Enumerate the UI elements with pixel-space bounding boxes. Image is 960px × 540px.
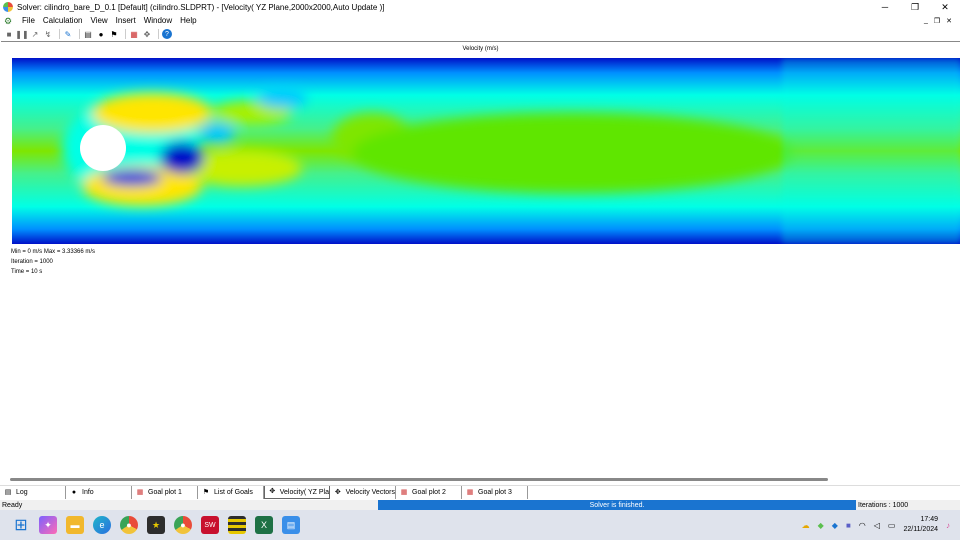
toolbar-separator [125, 29, 126, 39]
goal-plot-icon: ▦ [400, 488, 408, 496]
tab-label: Info [82, 489, 94, 496]
right-low-velocity-region [782, 58, 960, 244]
tab-list-of-goals[interactable]: ⚑ List of Goals [198, 486, 264, 499]
excel-icon[interactable]: X [255, 516, 273, 534]
step-icon[interactable]: ↯ [43, 29, 53, 39]
menu-help[interactable]: Help [180, 16, 196, 25]
wifi-icon[interactable]: ◠ [859, 521, 866, 530]
app-icon-yellow[interactable]: ★ [147, 516, 165, 534]
tab-goal-plot-2[interactable]: ▦ Goal plot 2 [396, 486, 462, 499]
tab-label: List of Goals [214, 489, 253, 496]
flag-icon[interactable]: ⚑ [109, 29, 119, 39]
status-bar: Ready Solver is finished. Iterations : 1… [0, 500, 960, 510]
app-icon [3, 2, 13, 12]
pin-icon[interactable]: ✎ [63, 29, 73, 39]
time-label: Time = 10 s [11, 269, 43, 275]
clock-date: 22/11/2024 [903, 526, 938, 533]
info-icon: ● [71, 488, 77, 496]
menu-calculation[interactable]: Calculation [43, 16, 83, 25]
solver-taskbar-icon[interactable] [228, 516, 246, 534]
mdi-close-button[interactable]: ✕ [946, 17, 952, 25]
tab-velocity-yz-plane[interactable]: ✥ Velocity( YZ Pla [264, 486, 330, 499]
tab-bar: ▤ Log ● Info ▦ Goal plot 1 ⚑ List of Goa… [0, 485, 960, 499]
system-tray: ☁ ◆ ◆ ■ ◠ ◁ ▭ 17:49 22/11/2024 ♪ [802, 510, 950, 540]
status-ready: Ready [2, 501, 23, 509]
minimize-button[interactable]: ─ [870, 0, 900, 14]
restore-button[interactable]: ❐ [900, 0, 930, 14]
teams-icon[interactable]: ■ [846, 521, 851, 530]
tab-goal-plot-3[interactable]: ▦ Goal plot 3 [462, 486, 528, 499]
solver-menu-icon[interactable]: ⚙ [4, 16, 14, 26]
help-icon[interactable]: ? [162, 29, 172, 39]
menu-view[interactable]: View [90, 16, 107, 25]
notepad-icon[interactable]: ▤ [282, 516, 300, 534]
stop-icon[interactable]: ■ [4, 29, 14, 39]
min-max-label: Min = 0 m/s Max = 3.33366 m/s [11, 249, 96, 255]
tab-goal-plot-1[interactable]: ▦ Goal plot 1 [132, 486, 198, 499]
mdi-minimize-button[interactable]: _ [924, 17, 928, 24]
tab-label: Log [16, 489, 28, 496]
menu-bar: ⚙ File Calculation View Insert Window He… [0, 14, 960, 27]
tab-label: Goal plot 2 [412, 489, 446, 496]
menu-file[interactable]: File [22, 16, 35, 25]
clock[interactable]: 17:49 22/11/2024 [903, 515, 938, 535]
velocity-contour-plot[interactable] [12, 58, 960, 244]
cylinder [80, 125, 126, 171]
toolbar-separator [158, 29, 159, 39]
tab-velocity-vectors[interactable]: ✥ Velocity Vectors [330, 486, 396, 499]
battery-icon[interactable]: ▭ [888, 521, 896, 530]
mdi-restore-button[interactable]: ❐ [934, 17, 940, 25]
notifications-icon[interactable]: ♪ [946, 521, 950, 530]
toolbar: ■ ❚❚ ↗ ↯ ✎ ▤ ● ⚑ ▦ ✥ ? [0, 27, 960, 41]
tab-label: Velocity Vectors [345, 489, 395, 496]
nvidia-icon[interactable]: ◆ [818, 521, 824, 530]
solver-progress-bar: Solver is finished. [378, 500, 856, 510]
toolbar-separator [59, 29, 60, 39]
edge-icon[interactable]: e [93, 516, 111, 534]
velocity-icon: ✥ [269, 488, 276, 495]
mdi-controls: _ ❐ ✕ [924, 14, 952, 27]
pause-icon[interactable]: ❚❚ [15, 29, 28, 39]
title-bar: Solver: cilindro_bare_D_0.1 [Default] (c… [0, 0, 960, 14]
plot-icon[interactable]: ▦ [129, 29, 139, 39]
toolbar-separator [79, 29, 80, 39]
menu-window[interactable]: Window [144, 16, 172, 25]
volume-icon[interactable]: ◁ [874, 521, 880, 530]
clock-time: 17:49 [920, 516, 938, 523]
tab-info[interactable]: ● Info [66, 486, 132, 499]
goals-flag-icon: ⚑ [202, 488, 210, 496]
taskbar: ⊞ ✦ ▬ e ● ★ ● SW X ▤ ☁ ◆ ◆ ■ ◠ ◁ ▭ 17:49… [0, 510, 960, 540]
info-icon[interactable]: ● [96, 29, 106, 39]
plot-title: Velocity (m/s) [462, 46, 499, 52]
settings-icon[interactable]: ✥ [142, 29, 152, 39]
velocity-view: Velocity (m/s) Min = 0 m/s Max = 3.33366… [1, 41, 960, 475]
window-title: Solver: cilindro_bare_D_0.1 [Default] (c… [17, 2, 385, 12]
vectors-icon: ✥ [334, 488, 341, 496]
solidworks-icon[interactable]: SW [201, 516, 219, 534]
iteration-label: Iteration = 1000 [11, 259, 53, 265]
report-icon[interactable]: ▤ [83, 29, 93, 39]
horizontal-scrollbar[interactable] [10, 478, 828, 481]
tab-label: Velocity( YZ Pla [279, 488, 329, 496]
weather-icon[interactable]: ☁ [802, 521, 810, 530]
log-icon: ▤ [4, 488, 12, 496]
file-explorer-icon[interactable]: ▬ [66, 516, 84, 534]
copilot-icon[interactable]: ✦ [39, 516, 57, 534]
menu-insert[interactable]: Insert [116, 16, 136, 25]
tab-log[interactable]: ▤ Log [0, 486, 66, 499]
run-icon[interactable]: ↗ [30, 29, 40, 39]
goal-plot-icon: ▦ [466, 488, 474, 496]
security-icon[interactable]: ◆ [832, 521, 838, 530]
close-button[interactable]: ✕ [930, 0, 960, 14]
chrome-profile-icon[interactable]: ● [174, 516, 192, 534]
iterations-count: Iterations : 1000 [858, 501, 909, 509]
tab-label: Goal plot 1 [148, 489, 182, 496]
start-icon[interactable]: ⊞ [12, 516, 30, 534]
goal-plot-icon: ▦ [136, 488, 144, 496]
tab-label: Goal plot 3 [478, 489, 512, 496]
chrome-icon[interactable]: ● [120, 516, 138, 534]
window-controls: ─ ❐ ✕ [870, 0, 960, 14]
